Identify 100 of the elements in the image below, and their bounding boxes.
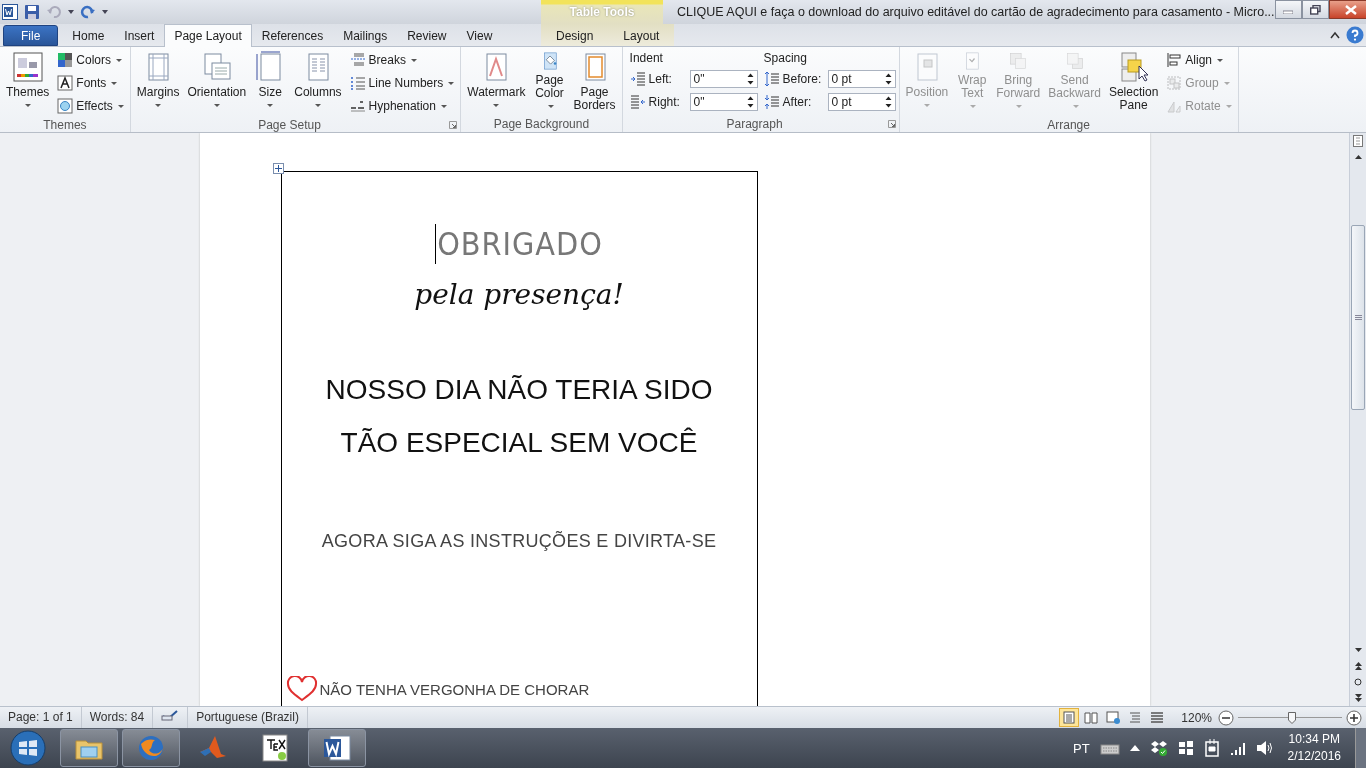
ribbon-tab[interactable]: Insert	[114, 25, 165, 46]
indent-left-icon	[629, 71, 646, 87]
theme-swatch-icon	[11, 51, 44, 83]
spacing-after-icon	[763, 94, 780, 110]
close-button[interactable]	[1328, 0, 1366, 19]
clock-time: 10:34 PM	[1288, 731, 1340, 748]
spacing-before-icon	[763, 71, 780, 87]
ribbon-button[interactable]: Page Color	[530, 49, 569, 115]
field-label: Right:	[648, 95, 681, 109]
ribbon-tab[interactable]: Home	[62, 25, 115, 46]
ribbon-button[interactable]: Fonts	[54, 72, 127, 94]
ribbon-button[interactable]: Breaks	[346, 49, 458, 71]
spin-arrows-icon	[884, 95, 892, 109]
redo-icon[interactable]	[80, 4, 96, 20]
taskbar-button[interactable]	[308, 729, 366, 767]
section-heading: Indent	[628, 50, 664, 67]
ribbon-button[interactable]: Align	[1163, 49, 1235, 71]
help-icon[interactable]	[1346, 26, 1364, 44]
spin-arrows-icon	[746, 72, 754, 86]
ribbon-tab[interactable]: Mailings	[333, 25, 398, 46]
hyphenation-icon	[349, 98, 366, 114]
print-layout-icon	[1062, 711, 1077, 724]
ribbon-button[interactable]: Margins	[133, 49, 183, 115]
tex-document-icon	[259, 732, 291, 764]
close-icon	[1344, 4, 1357, 15]
spin-field[interactable]: 0 pt	[827, 70, 896, 88]
web-layout-icon	[1106, 711, 1121, 724]
indent-right-icon	[629, 94, 646, 110]
ribbon-button[interactable]: Watermark	[464, 49, 529, 115]
table-move-handle-icon[interactable]	[272, 163, 284, 174]
spin-field[interactable]: 0"	[689, 70, 758, 88]
save-icon[interactable]	[24, 4, 40, 20]
input-language[interactable]: PT	[1073, 740, 1090, 756]
font-box-icon	[57, 75, 74, 91]
proofing-check-icon[interactable]	[161, 707, 180, 721]
group-label: Paragraph	[725, 117, 784, 131]
clock-date: 2/12/2016	[1287, 748, 1341, 765]
down-arrow-icon	[1354, 648, 1362, 652]
scroll-thumb[interactable]	[1351, 225, 1365, 410]
keyboard-icon[interactable]	[1099, 741, 1120, 755]
align-icon	[1166, 52, 1183, 68]
ribbon-tab[interactable]: View	[456, 25, 503, 46]
ribbon-tab[interactable]: Design	[541, 25, 609, 46]
box-sync-icon[interactable]	[1149, 739, 1168, 757]
ribbon-button[interactable]: Page Borders	[570, 49, 619, 115]
section-heading: Spacing	[762, 50, 808, 67]
caret-icon	[68, 10, 74, 14]
collapse-ribbon-icon[interactable]	[1330, 31, 1340, 39]
signal-bars-icon[interactable]	[1229, 741, 1246, 755]
ribbon-button[interactable]: Selection Pane	[1105, 49, 1162, 115]
spin-arrows-icon	[884, 72, 892, 86]
word-document-icon	[321, 732, 353, 764]
ribbon-button[interactable]: Themes	[3, 49, 53, 115]
ribbon-button[interactable]: Columns	[291, 49, 345, 115]
zoom-level[interactable]: 120%	[1175, 710, 1218, 725]
slider-thumb[interactable]	[1287, 711, 1296, 724]
ruler-toggle-button[interactable]	[1350, 133, 1366, 149]
field-label: Before:	[782, 72, 823, 86]
ribbon-button[interactable]: Size	[251, 49, 290, 115]
file-tab[interactable]: File	[3, 25, 59, 46]
zoom-out-icon[interactable]	[1218, 709, 1234, 726]
card-message: NOSSO DIA NÃO TERIA SIDO TÃO ESPECIAL SEM VOCÊ	[324, 373, 714, 460]
taskbar-button[interactable]	[60, 729, 118, 767]
dialog-launcher-icon[interactable]	[887, 120, 896, 128]
ribbon-button[interactable]: Effects	[54, 95, 127, 117]
card-tip: NÃO TENHA VERGONHA DE CHORAR	[319, 680, 590, 698]
word-logo-icon[interactable]	[2, 4, 18, 20]
start-button[interactable]	[8, 730, 48, 766]
restore-button[interactable]	[1301, 0, 1329, 19]
field-label: Left:	[648, 72, 673, 86]
ribbon-button[interactable]: Colors	[54, 49, 127, 71]
dialog-launcher-icon[interactable]	[449, 120, 458, 129]
double-down-arrow-icon	[1354, 694, 1362, 702]
ribbon-button[interactable]: Orientation	[184, 49, 250, 115]
field-label: After:	[782, 95, 813, 109]
ribbon-tab[interactable]: Review	[397, 25, 457, 46]
group-label: Page Background	[492, 117, 591, 131]
view-button[interactable]	[1059, 708, 1080, 727]
draft-icon	[1150, 711, 1165, 724]
text-cursor	[435, 224, 437, 264]
line-numbers-icon	[349, 75, 366, 91]
up-arrow-icon	[1354, 155, 1362, 159]
ribbon-tab[interactable]: References	[251, 25, 334, 46]
ribbon-button[interactable]: Hyphenation	[346, 95, 458, 117]
speaker-icon[interactable]	[1255, 740, 1274, 756]
group-label: Arrange	[1046, 117, 1091, 132]
ruler-icon	[1353, 135, 1363, 147]
spin-field[interactable]: 0"	[689, 93, 758, 111]
zoom-in-icon[interactable]	[1346, 709, 1362, 726]
battery-plug-icon[interactable]	[1203, 739, 1220, 757]
ribbon-button[interactable]: Line Numbers	[346, 72, 458, 94]
spin-arrows-icon	[746, 95, 754, 109]
card-title: OBRIGADO	[437, 225, 603, 263]
ribbon-tab[interactable]: Page Layout	[164, 24, 252, 47]
ribbon-tab[interactable]: Layout	[608, 25, 675, 46]
spin-field[interactable]: 0 pt	[827, 93, 896, 111]
window-grid-icon[interactable]	[1177, 740, 1194, 756]
show-hidden-icons-icon[interactable]	[1129, 745, 1140, 751]
group-icon	[1166, 75, 1183, 91]
group-label: Page Setup	[257, 117, 322, 132]
